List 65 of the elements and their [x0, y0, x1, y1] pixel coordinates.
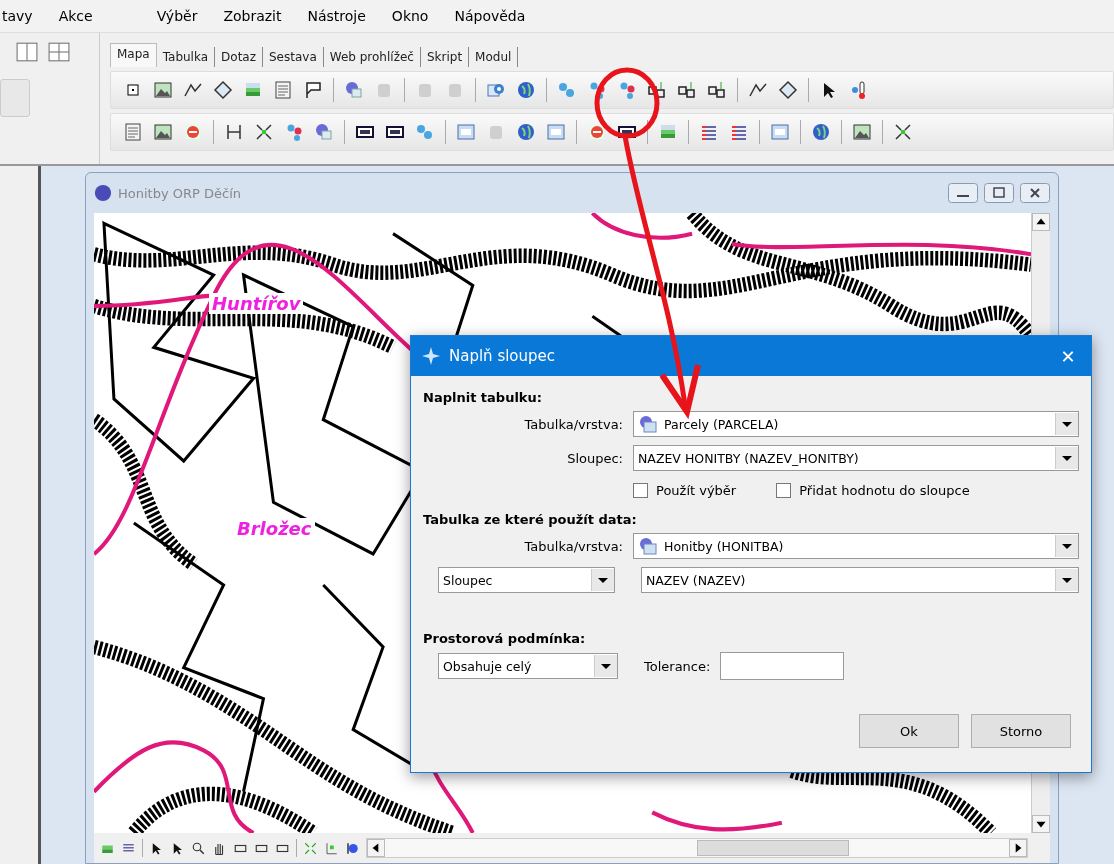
menu-item[interactable]: Nápověda — [452, 6, 528, 27]
map-label: Huntířov — [209, 293, 304, 314]
document-icon[interactable] — [123, 122, 143, 143]
point-icon[interactable] — [345, 840, 360, 856]
polygon-icon[interactable] — [213, 80, 233, 101]
column-dropdown[interactable]: NAZEV (NAZEV) — [640, 567, 1079, 593]
section-heading: Naplnit tabulku: — [423, 390, 543, 405]
layer-icon — [638, 536, 658, 556]
checkbox[interactable]: Přidat hodnotu do sloupce — [776, 483, 970, 498]
menu-item[interactable]: Výběr — [154, 6, 200, 27]
polygon-icon[interactable] — [778, 80, 798, 101]
condition-dropdown[interactable]: Obsahuje celý — [438, 653, 618, 679]
layer-icon — [638, 414, 658, 434]
frame-icon[interactable] — [677, 80, 697, 101]
close-icon[interactable] — [1020, 183, 1050, 203]
scroll-left-icon[interactable] — [367, 839, 385, 857]
minimize-icon[interactable] — [948, 183, 978, 203]
dialog-title: Naplň sloupec — [449, 347, 556, 365]
search-icon[interactable] — [191, 840, 206, 856]
picture-icon[interactable] — [153, 122, 173, 143]
menu-item[interactable]: tavy — [0, 6, 35, 27]
scroll-up-icon[interactable] — [1032, 213, 1050, 231]
tab[interactable]: Sestava — [263, 47, 324, 68]
scroll-down-icon[interactable] — [1032, 815, 1050, 833]
frame-icon[interactable] — [707, 80, 727, 101]
layer-icon[interactable] — [344, 80, 364, 101]
picture-icon[interactable] — [852, 122, 872, 143]
field-label: Tolerance: — [644, 658, 711, 674]
mode-dropdown[interactable]: Sloupec — [438, 567, 615, 593]
menu-item[interactable]: Zobrazit — [221, 6, 284, 27]
tab[interactable]: Dotaz — [215, 47, 263, 68]
menu-item[interactable]: Akce — [56, 6, 95, 27]
window-title: Honitby ORP Děčín — [118, 185, 241, 201]
close-button[interactable]: ✕ — [1045, 336, 1091, 376]
grid-view-icon[interactable] — [48, 41, 70, 64]
tolerance-field[interactable] — [720, 652, 845, 680]
frame-icon[interactable] — [647, 80, 667, 101]
horizontal-scrollbar[interactable] — [366, 838, 1028, 858]
split-view-icon[interactable] — [16, 41, 38, 64]
callout-icon[interactable] — [303, 80, 323, 101]
dialog-button[interactable]: Ok — [859, 714, 959, 748]
field-label: Tabulka/vrstva: — [523, 538, 623, 554]
tab[interactable]: Modul — [469, 47, 519, 68]
layer-dropdown[interactable]: Parcely (PARCELA) — [633, 411, 1079, 437]
tab[interactable]: Tabulka — [156, 47, 216, 68]
menu-item[interactable]: Okno — [389, 6, 431, 27]
tab[interactable]: Skript — [420, 47, 470, 68]
checkbox[interactable]: Použít výběr — [633, 483, 737, 498]
dialog-button[interactable]: Storno — [971, 714, 1071, 748]
sparkle-icon — [421, 346, 441, 366]
layer-dropdown[interactable]: Honitby (HONITBA) — [633, 533, 1079, 559]
column-dropdown[interactable]: NAZEV HONITBY (NAZEV_HONITBY) — [633, 445, 1079, 471]
section-heading: Tabulka ze které použít data: — [423, 512, 638, 527]
picture-icon[interactable] — [153, 80, 173, 101]
section-heading: Prostorová podmínka: — [423, 631, 587, 646]
tab[interactable]: Web prohlížeč — [323, 47, 421, 68]
annotation-circle — [594, 67, 660, 139]
tab[interactable]: Mapa — [110, 43, 157, 68]
maximize-icon[interactable] — [984, 183, 1014, 203]
document-icon[interactable] — [273, 80, 293, 101]
menu-item[interactable]: Nástroje — [305, 6, 368, 27]
field-label: Tabulka/vrstva: — [523, 416, 623, 432]
field-label: Sloupec: — [566, 450, 623, 466]
layer-icon[interactable] — [314, 122, 334, 143]
scroll-right-icon[interactable] — [1009, 839, 1027, 857]
